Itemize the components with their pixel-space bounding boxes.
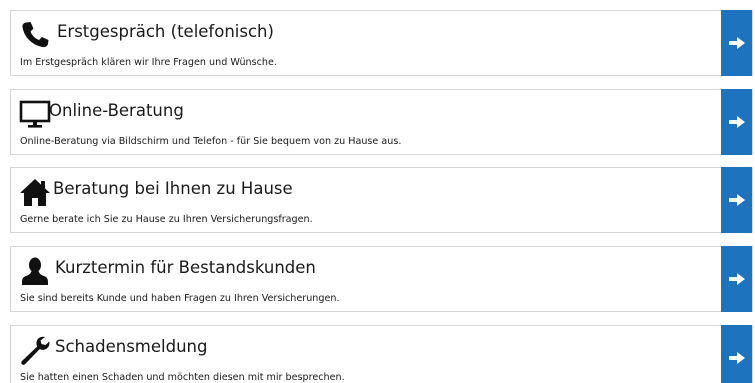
arrow-right-icon [728, 273, 745, 285]
option-title: Schadensmeldung [55, 337, 208, 356]
arrow-right-icon [728, 352, 745, 364]
appointment-option-body[interactable]: Beratung bei Ihnen zu Hause Gerne berate… [11, 168, 721, 232]
go-button[interactable] [721, 10, 752, 76]
appointment-option-body[interactable]: Kurztermin für Bestandskunden Sie sind b… [11, 247, 721, 311]
arrow-right-icon [728, 194, 745, 206]
appointment-option-initial-call[interactable]: Erstgespräch (telefonisch) Im Erstgesprä… [10, 10, 753, 76]
appointment-option-existing-customers[interactable]: Kurztermin für Bestandskunden Sie sind b… [10, 246, 753, 312]
home-icon [19, 177, 51, 207]
arrow-right-icon [728, 116, 745, 128]
go-button[interactable] [721, 89, 752, 155]
appointment-option-body[interactable]: Erstgespräch (telefonisch) Im Erstgesprä… [11, 11, 721, 75]
option-title: Erstgespräch (telefonisch) [57, 22, 274, 41]
go-button[interactable] [721, 246, 752, 312]
option-title: Beratung bei Ihnen zu Hause [53, 179, 293, 198]
appointment-option-damage-report[interactable]: Schadensmeldung Sie hatten einen Schaden… [10, 325, 753, 383]
option-description: Im Erstgespräch klären wir Ihre Fragen u… [20, 57, 277, 68]
go-button[interactable] [721, 325, 752, 383]
option-description: Sie sind bereits Kunde und haben Fragen … [20, 293, 340, 304]
option-description: Online-Beratung via Bildschirm und Telef… [20, 136, 402, 147]
go-button[interactable] [721, 167, 752, 233]
monitor-icon [19, 99, 51, 129]
appointment-option-body[interactable]: Online-Beratung Online-Beratung via Bild… [11, 90, 721, 154]
appointment-option-body[interactable]: Schadensmeldung Sie hatten einen Schaden… [11, 326, 721, 383]
appointment-option-online[interactable]: Online-Beratung Online-Beratung via Bild… [10, 89, 753, 155]
appointment-type-list: Erstgespräch (telefonisch) Im Erstgesprä… [0, 0, 755, 383]
wrench-icon [19, 335, 51, 365]
option-title: Kurztermin für Bestandskunden [55, 258, 316, 277]
option-title: Online-Beratung [49, 101, 184, 120]
appointment-option-home-visit[interactable]: Beratung bei Ihnen zu Hause Gerne berate… [10, 167, 753, 233]
option-description: Gerne berate ich Sie zu Hause zu Ihren V… [20, 214, 313, 225]
user-icon [19, 256, 51, 286]
phone-icon [19, 20, 51, 50]
arrow-right-icon [728, 37, 745, 49]
option-description: Sie hatten einen Schaden und möchten die… [20, 372, 345, 383]
